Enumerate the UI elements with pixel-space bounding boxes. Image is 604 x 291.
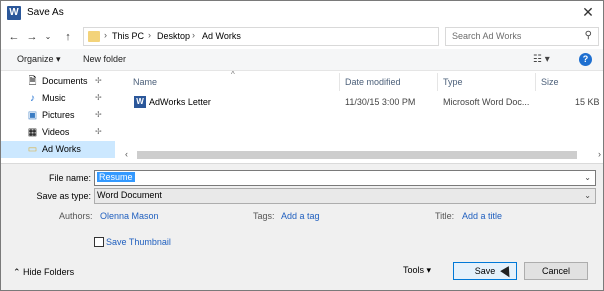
pin-icon: ✢ [95, 93, 102, 102]
tags-label: Tags: [253, 211, 275, 221]
sidebar-item-label: Videos [42, 127, 70, 137]
breadcrumb-ad-works[interactable]: Ad Works [202, 31, 241, 41]
save-thumbnail-checkbox[interactable] [94, 237, 104, 247]
search-icon: ⚲ [584, 30, 592, 41]
breadcrumb-separator-icon: › [104, 30, 107, 40]
window-title: Save As [27, 7, 64, 18]
chevron-down-icon[interactable]: ⌄ [584, 173, 591, 182]
sidebar-item-label: Documents [42, 76, 88, 86]
sidebar-item-label: Music [42, 93, 66, 103]
save-thumbnail-label[interactable]: Save Thumbnail [106, 237, 171, 247]
chevron-up-icon: ⌃ [13, 267, 24, 277]
pin-icon: ✢ [95, 127, 102, 136]
chevron-down-icon: ▾ [426, 265, 432, 275]
column-header-name[interactable]: Name [133, 77, 157, 87]
file-type-cell: Microsoft Word Doc... [443, 97, 530, 107]
up-arrow-icon[interactable]: ↑ [61, 30, 75, 44]
pin-icon: ✢ [95, 76, 102, 85]
folder-icon [88, 31, 100, 42]
videos-icon: ▦ [27, 127, 38, 138]
documents-icon: 🗎 [28, 76, 37, 87]
table-row[interactable]: W AdWorks Letter 11/30/15 3:00 PM Micros… [125, 93, 603, 111]
authors-field[interactable]: Olenna Mason [100, 211, 159, 221]
scroll-right-icon[interactable]: › [598, 149, 601, 159]
save-form: File name: Resume ⌄ Save as type: Word D… [1, 163, 603, 290]
file-name-value: Resume [97, 172, 135, 182]
title-field[interactable]: Add a title [462, 211, 502, 221]
navigation-scrollbar[interactable] [118, 71, 124, 163]
file-name-field[interactable]: Resume ⌄ [94, 170, 596, 186]
save-type-label: Save as type: [36, 191, 91, 201]
sidebar-item-label: Pictures [42, 110, 75, 120]
column-header-date-modified[interactable]: Date modified [345, 77, 401, 87]
sidebar-item-documents[interactable]: 🗎 Documents ✢ [1, 73, 115, 90]
forward-arrow-icon[interactable]: → [25, 30, 39, 44]
title-label: Title: [435, 211, 455, 221]
recent-locations-icon[interactable]: ⌄ [41, 30, 55, 44]
file-date-cell: 11/30/15 3:00 PM [345, 97, 416, 107]
column-divider[interactable] [437, 73, 438, 91]
tools-menu[interactable]: Tools ▾ [403, 265, 431, 276]
breadcrumb-desktop[interactable]: Desktop [157, 31, 190, 41]
column-divider[interactable] [339, 73, 340, 91]
column-header-size[interactable]: Size [541, 77, 559, 87]
folder-icon: ▭ [27, 144, 38, 155]
title-bar: W Save As ✕ [1, 1, 603, 25]
chevron-down-icon[interactable]: ⌄ [584, 191, 591, 200]
breadcrumb-separator-icon: › [148, 30, 151, 40]
sidebar-item-pictures[interactable]: ▣ Pictures ✢ [1, 107, 115, 124]
pictures-icon: ▣ [27, 110, 38, 121]
file-list: ^ Name Date modified Type Size W AdWorks… [125, 70, 603, 163]
column-header-type[interactable]: Type [443, 77, 463, 87]
sidebar-item-label: Ad Works [42, 144, 81, 154]
save-type-select[interactable]: Word Document ⌄ [94, 188, 596, 204]
word-icon: W [7, 6, 21, 20]
sidebar-item-music[interactable]: ♪ Music ✢ [1, 90, 115, 107]
close-icon[interactable]: ✕ [579, 3, 597, 21]
navigation-pane: 🗎 Documents ✢ ♪ Music ✢ ▣ Pictures ✢ ▦ V… [1, 71, 118, 163]
view-options-icon[interactable]: ☷ ▾ [533, 54, 550, 65]
toolbar: Organize ▾ New folder ☷ ▾ ? [1, 49, 603, 71]
cancel-button[interactable]: Cancel [524, 262, 588, 280]
breadcrumb-this-pc[interactable]: This PC [112, 31, 144, 41]
file-name-cell: AdWorks Letter [149, 97, 211, 107]
address-bar[interactable]: › This PC › Desktop › Ad Works ⌄ ↻ [83, 27, 517, 46]
organize-menu[interactable]: Organize ▾ [17, 54, 61, 65]
word-document-icon: W [134, 96, 146, 108]
tags-field[interactable]: Add a tag [281, 211, 320, 221]
breadcrumb-separator-icon: › [192, 30, 195, 40]
file-name-label: File name: [48, 173, 91, 183]
search-input[interactable]: Search Ad Works ⚲ [445, 27, 599, 46]
tools-label: Tools [403, 265, 425, 275]
pin-icon: ✢ [95, 110, 102, 119]
help-icon[interactable]: ? [579, 53, 592, 66]
scrollbar-thumb[interactable] [137, 151, 577, 159]
file-size-cell: 15 KB [575, 97, 600, 107]
music-icon: ♪ [30, 93, 35, 104]
save-type-value: Word Document [97, 190, 162, 200]
address-row: ← → ⌄ ↑ › This PC › Desktop › Ad Works ⌄… [1, 25, 603, 49]
sidebar-item-videos[interactable]: ▦ Videos ✢ [1, 124, 115, 141]
sidebar-item-ad-works[interactable]: ▭ Ad Works [1, 141, 115, 158]
authors-label: Authors: [59, 211, 93, 221]
new-folder-button[interactable]: New folder [83, 54, 126, 64]
save-as-dialog: W Save As ✕ ← → ⌄ ↑ › This PC › Desktop … [0, 0, 604, 291]
scroll-left-icon[interactable]: ‹ [125, 149, 128, 159]
horizontal-scrollbar[interactable]: ‹ › [125, 149, 603, 161]
hide-folders-label: Hide Folders [23, 267, 75, 277]
content-area: 🗎 Documents ✢ ♪ Music ✢ ▣ Pictures ✢ ▦ V… [1, 70, 603, 163]
hide-folders-button[interactable]: ⌃ Hide Folders [13, 267, 74, 278]
column-divider[interactable] [535, 73, 536, 91]
back-arrow-icon[interactable]: ← [7, 30, 21, 44]
search-placeholder: Search Ad Works [452, 31, 522, 41]
sort-ascending-icon: ^ [231, 70, 235, 79]
